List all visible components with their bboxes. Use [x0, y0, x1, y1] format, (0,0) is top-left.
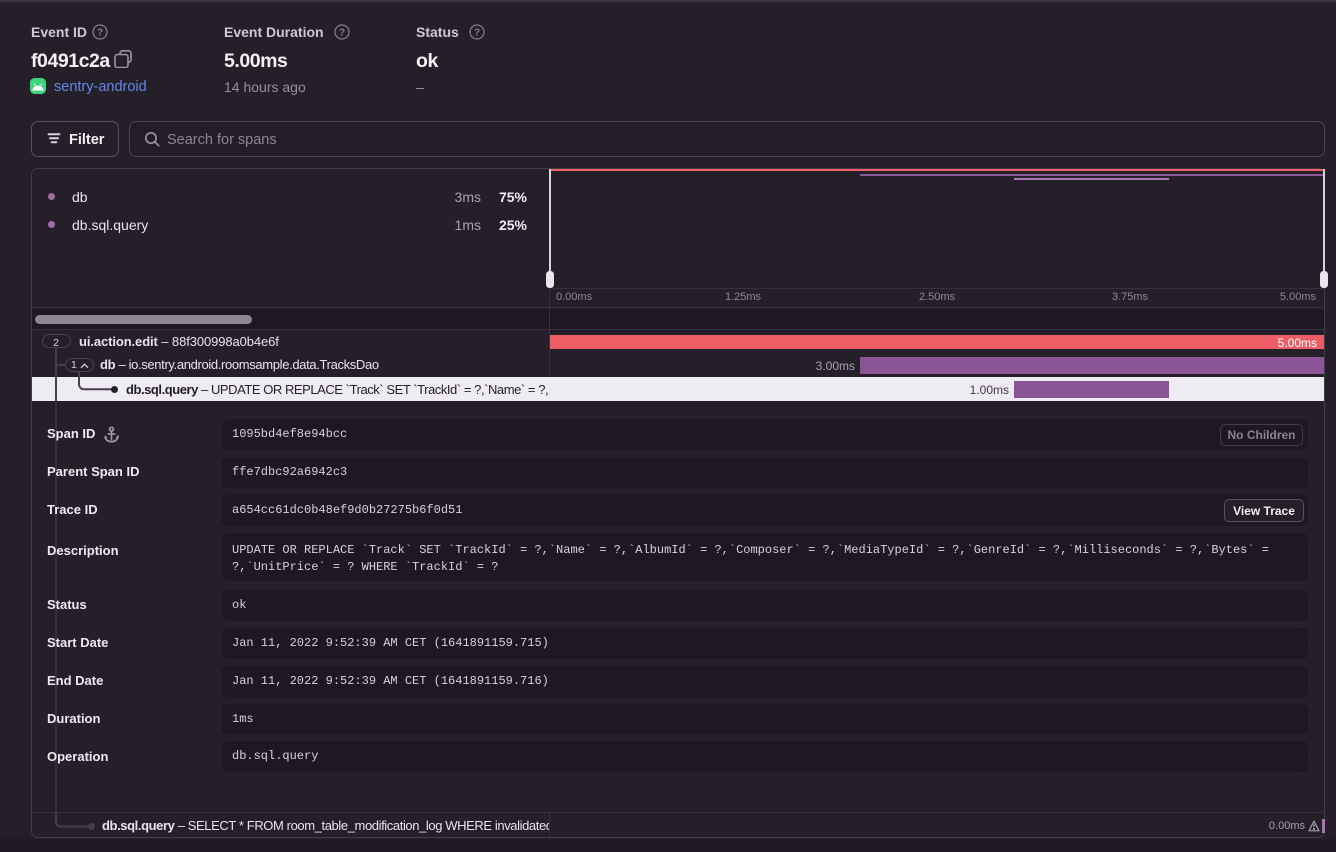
svg-text:?: ? [97, 27, 103, 38]
svg-text:?: ? [474, 27, 480, 38]
svg-text:?: ? [339, 27, 345, 38]
